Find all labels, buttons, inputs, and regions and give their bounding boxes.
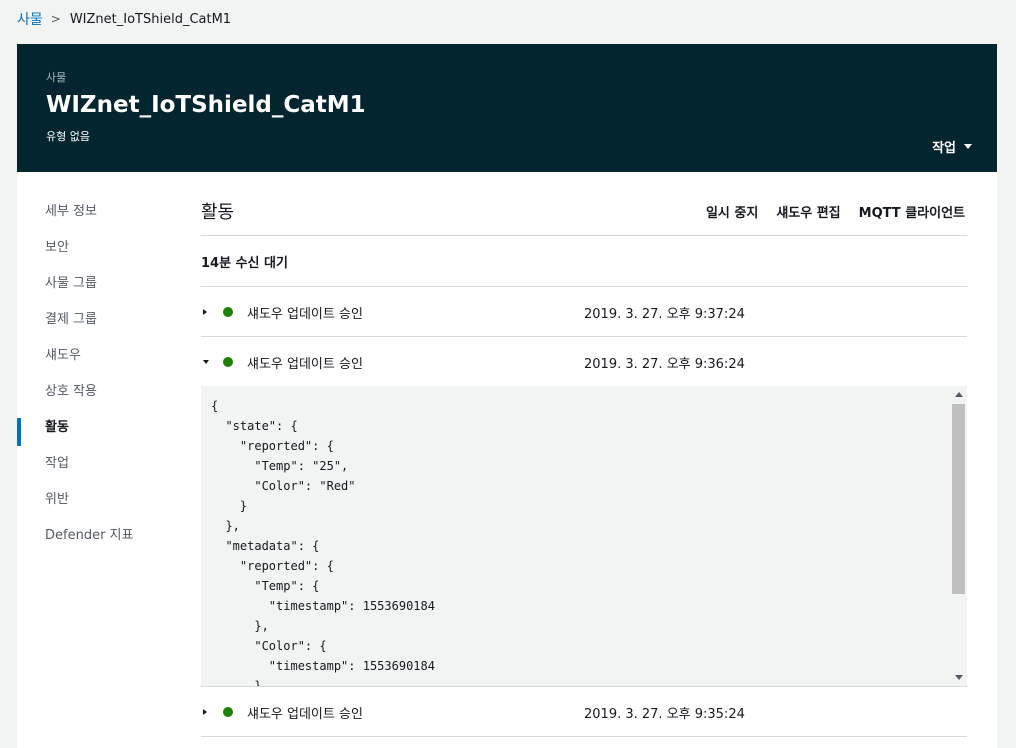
sidenav-item-label: 상호 작용 bbox=[45, 384, 97, 399]
status-dot-icon bbox=[223, 307, 233, 317]
breadcrumb-things-link[interactable]: 사물 bbox=[17, 9, 43, 29]
sidenav-item-label: 작업 bbox=[45, 456, 69, 471]
page-header: 사물 WIZnet_IoTShield_CatM1 유형 없음 작업 bbox=[17, 44, 997, 172]
mqtt-client-button[interactable]: MQTT 클라이언트 bbox=[859, 202, 965, 221]
scroll-down-icon[interactable] bbox=[955, 675, 963, 680]
sidenav-item-jobs[interactable]: 작업 bbox=[17, 454, 187, 490]
status-dot-icon bbox=[223, 357, 233, 367]
sidenav-item-label: 섀도우 bbox=[45, 348, 81, 363]
chevron-right-icon: > bbox=[50, 12, 61, 26]
sidenav-item-violations[interactable]: 위반 bbox=[17, 490, 187, 526]
caret-down-icon bbox=[964, 144, 972, 149]
header-type-label: 사물 bbox=[46, 71, 67, 84]
event-timestamp: 2019. 3. 27. 오후 9:35:24 bbox=[584, 706, 745, 722]
actions-label: 작업 bbox=[932, 141, 956, 156]
sidenav-item-label: Defender 지표 bbox=[45, 528, 134, 543]
activity-header: 활동 일시 중지 섀도우 편집 MQTT 클라이언트 bbox=[201, 198, 967, 236]
actions-dropdown-button[interactable]: 작업 bbox=[932, 137, 972, 156]
side-navigation: 세부 정보 보안 사물 그룹 결제 그룹 섀도우 상호 작용 활동 작업 위반 … bbox=[17, 202, 187, 562]
event-row[interactable]: 섀도우 업데이트 승인 2019. 3. 27. 오후 9:37:24 bbox=[201, 287, 967, 337]
sidenav-item-label: 활동 bbox=[45, 420, 69, 435]
sidenav-item-label: 세부 정보 bbox=[45, 204, 97, 219]
listening-status: 14분 수신 대기 bbox=[201, 256, 288, 271]
sidenav-item-details[interactable]: 세부 정보 bbox=[17, 202, 187, 238]
event-payload-json: { "state": { "reported": { "Temp": "25",… bbox=[211, 399, 435, 686]
sidenav-item-shadow[interactable]: 섀도우 bbox=[17, 346, 187, 382]
sidenav-item-interact[interactable]: 상호 작용 bbox=[17, 382, 187, 418]
sidenav-item-label: 사물 그룹 bbox=[45, 276, 97, 291]
event-row-expanded[interactable]: 섀도우 업데이트 승인 2019. 3. 27. 오후 9:36:24 bbox=[201, 337, 967, 387]
event-row[interactable]: 섀도우 업데이트 승인 2019. 3. 27. 오후 9:35:24 bbox=[201, 687, 967, 737]
sidenav-item-thing-groups[interactable]: 사물 그룹 bbox=[17, 274, 187, 310]
expand-toggle[interactable] bbox=[201, 709, 219, 715]
breadcrumb: 사물 > WIZnet_IoTShield_CatM1 bbox=[17, 9, 231, 29]
breadcrumb-current: WIZnet_IoTShield_CatM1 bbox=[69, 11, 232, 27]
detail-panel: 세부 정보 보안 사물 그룹 결제 그룹 섀도우 상호 작용 활동 작업 위반 … bbox=[17, 172, 997, 748]
page-title: WIZnet_IoTShield_CatM1 bbox=[46, 92, 366, 118]
caret-right-icon bbox=[203, 309, 207, 315]
edit-shadow-button[interactable]: 섀도우 편집 bbox=[776, 202, 840, 221]
scroll-up-icon[interactable] bbox=[955, 392, 963, 397]
event-label: 섀도우 업데이트 승인 bbox=[247, 306, 363, 322]
caret-right-icon bbox=[203, 709, 207, 715]
pause-button[interactable]: 일시 중지 bbox=[706, 202, 758, 221]
event-timestamp: 2019. 3. 27. 오후 9:36:24 bbox=[584, 356, 745, 372]
sidenav-item-label: 결제 그룹 bbox=[45, 312, 97, 327]
caret-down-icon bbox=[203, 360, 209, 364]
event-payload-viewer[interactable]: { "state": { "reported": { "Temp": "25",… bbox=[201, 386, 967, 686]
sidenav-item-label: 보안 bbox=[45, 240, 69, 255]
scrollbar-thumb[interactable] bbox=[952, 404, 965, 594]
divider bbox=[201, 736, 967, 737]
sidenav-item-activity[interactable]: 활동 bbox=[17, 418, 187, 454]
sidenav-item-security[interactable]: 보안 bbox=[17, 238, 187, 274]
sidenav-item-defender-metrics[interactable]: Defender 지표 bbox=[17, 526, 187, 562]
section-title: 활동 bbox=[201, 202, 235, 223]
divider bbox=[201, 235, 967, 236]
event-label: 섀도우 업데이트 승인 bbox=[247, 356, 363, 372]
event-label: 섀도우 업데이트 승인 bbox=[247, 706, 363, 722]
activity-actions: 일시 중지 섀도우 편집 MQTT 클라이언트 bbox=[688, 202, 965, 221]
expand-toggle[interactable] bbox=[201, 309, 219, 315]
sidenav-item-label: 위반 bbox=[45, 492, 69, 507]
status-dot-icon bbox=[223, 707, 233, 717]
event-timestamp: 2019. 3. 27. 오후 9:37:24 bbox=[584, 306, 745, 322]
collapse-toggle[interactable] bbox=[201, 360, 219, 364]
payload-scrollbar[interactable] bbox=[951, 386, 967, 686]
sidenav-item-billing-groups[interactable]: 결제 그룹 bbox=[17, 310, 187, 346]
header-subtitle: 유형 없음 bbox=[46, 130, 90, 143]
